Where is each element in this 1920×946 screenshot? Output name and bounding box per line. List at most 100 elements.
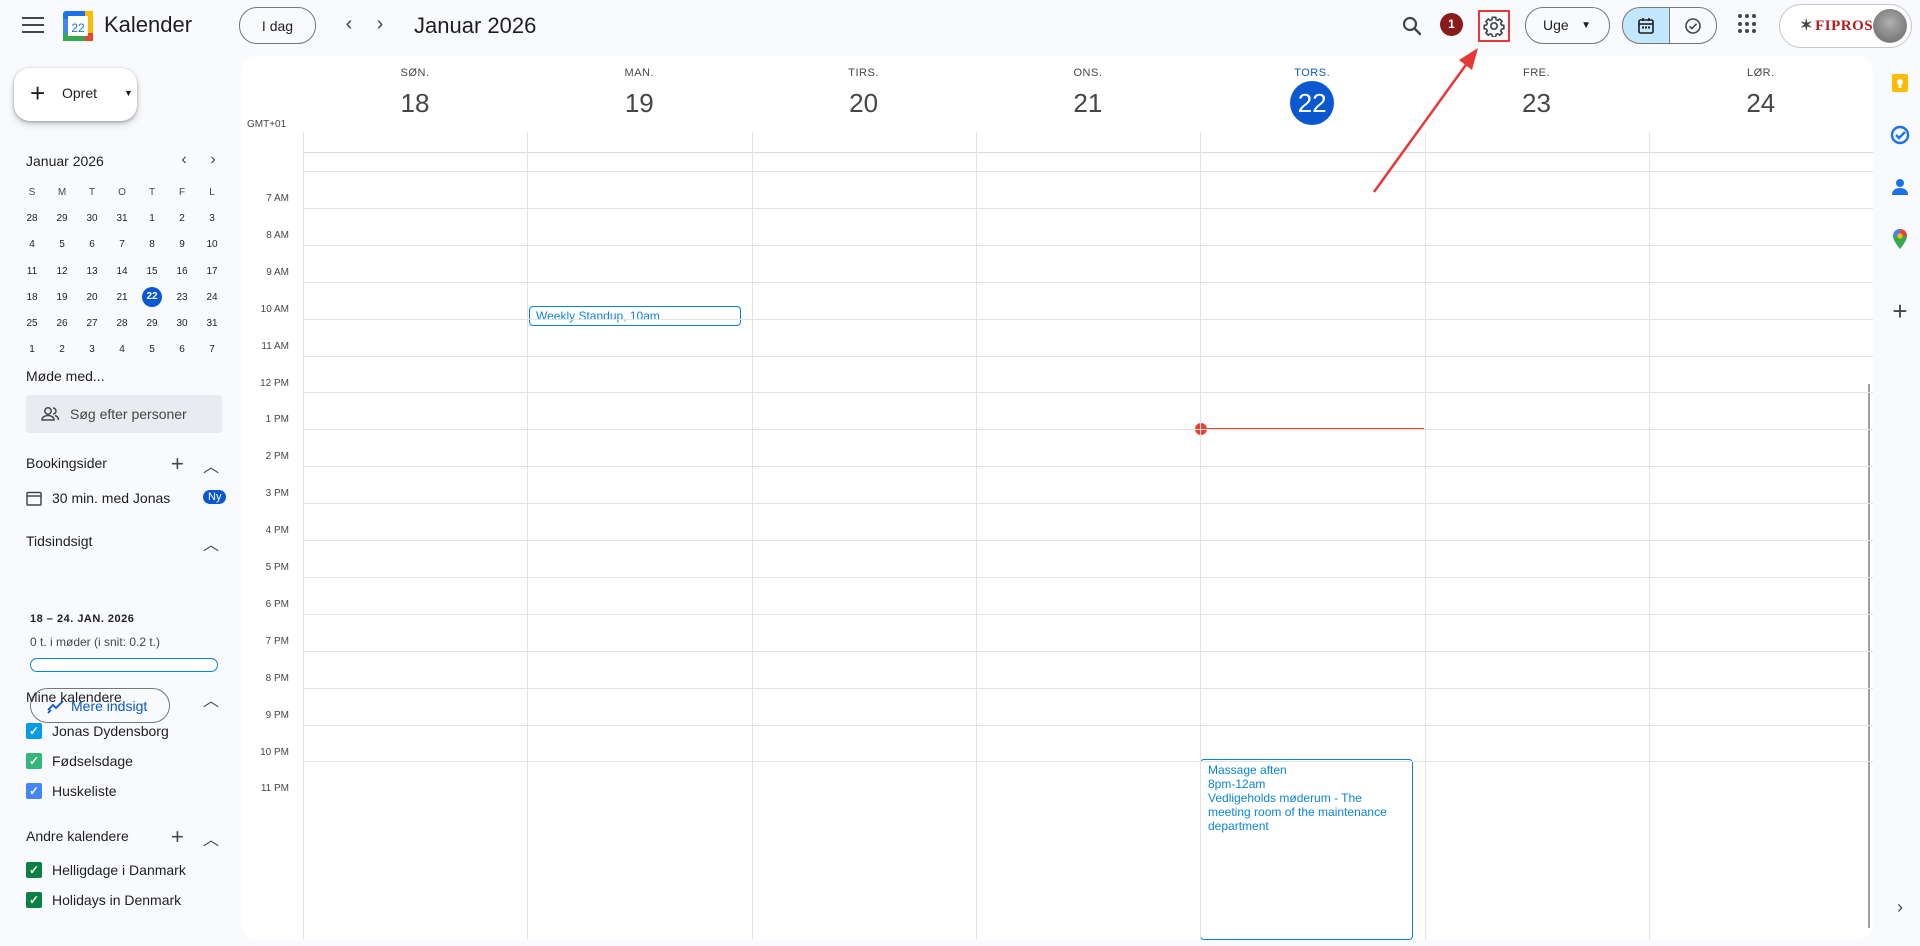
mini-day[interactable]: 16 [167, 266, 197, 277]
create-button[interactable]: + Opret ▼ [14, 68, 137, 121]
checkbox-icon[interactable]: ✓ [26, 723, 42, 739]
day-header[interactable]: TORS. 22 [1200, 56, 1424, 125]
mini-day[interactable]: 11 [17, 266, 47, 277]
mini-day[interactable]: 4 [107, 344, 137, 355]
day-header[interactable]: MAN. 19 [527, 56, 751, 123]
people-search-input[interactable]: Søg efter personer [26, 395, 222, 433]
day-column-divider [751, 132, 753, 940]
mini-prev-month-icon[interactable]: ‹ [174, 151, 194, 169]
mini-day[interactable]: 17 [197, 266, 227, 277]
account-switcher[interactable]: ✶ FIPROS [1779, 4, 1912, 48]
mini-day[interactable]: 26 [47, 318, 77, 329]
mini-day[interactable]: 19 [47, 292, 77, 303]
view-select[interactable]: Uge ▼ [1525, 7, 1610, 44]
add-addon-icon[interactable]: + [1889, 296, 1911, 326]
today-button[interactable]: I dag [239, 7, 316, 44]
mini-day[interactable]: 13 [77, 266, 107, 277]
mini-day[interactable]: 2 [167, 213, 197, 224]
main-menu-icon[interactable] [18, 12, 48, 40]
day-header[interactable]: ONS. 21 [976, 56, 1200, 123]
mini-day[interactable]: 14 [107, 266, 137, 277]
event-massage-evening[interactable]: Massage aften 8pm-12am Vedligeholds møde… [1200, 759, 1413, 940]
day-date[interactable]: 20 [752, 83, 976, 123]
calendar-item-tasks[interactable]: ✓ Huskeliste [26, 781, 226, 801]
mini-day[interactable]: 6 [167, 344, 197, 355]
avatar[interactable] [1873, 9, 1907, 43]
apps-grid-icon[interactable] [1738, 14, 1758, 34]
mini-day[interactable]: 7 [197, 344, 227, 355]
mini-day[interactable]: 20 [77, 292, 107, 303]
day-header[interactable]: FRE. 23 [1425, 56, 1649, 123]
calendar-item-dk-holidays[interactable]: ✓ Helligdage i Danmark [26, 860, 226, 880]
day-header[interactable]: SØN. 18 [303, 56, 527, 123]
checkbox-icon[interactable]: ✓ [26, 753, 42, 769]
mini-day[interactable]: 5 [137, 344, 167, 355]
day-date[interactable]: 22 [1290, 81, 1335, 125]
booking-page-item[interactable]: 30 min. med Jonas Ny [26, 487, 227, 509]
contacts-icon[interactable] [1889, 176, 1911, 198]
mini-day[interactable]: 21 [107, 292, 137, 303]
mini-day[interactable]: 30 [77, 213, 107, 224]
mini-day[interactable]: 24 [197, 292, 227, 303]
settings-button[interactable] [1478, 10, 1510, 42]
tasks-icon[interactable] [1889, 124, 1911, 146]
checkbox-icon[interactable]: ✓ [26, 783, 42, 799]
side-panel-rail: + › [1878, 52, 1920, 946]
mini-day[interactable]: 28 [17, 213, 47, 224]
mini-day[interactable]: 25 [17, 318, 47, 329]
maps-icon[interactable] [1889, 228, 1911, 250]
mini-day[interactable]: 12 [47, 266, 77, 277]
event-weekly-standup[interactable]: Weekly Standup, 10am [529, 306, 741, 326]
mini-day[interactable]: 29 [137, 318, 167, 329]
mini-day[interactable]: 3 [197, 213, 227, 224]
day-date[interactable]: 18 [303, 83, 527, 123]
mini-day[interactable]: 23 [167, 292, 197, 303]
mini-day[interactable]: 18 [17, 292, 47, 303]
mini-day[interactable]: 3 [77, 344, 107, 355]
calendar-item-holidays-denmark[interactable]: ✓ Holidays in Denmark [26, 890, 226, 910]
day-header[interactable]: LØR. 24 [1649, 56, 1873, 123]
day-date[interactable]: 23 [1425, 83, 1649, 123]
collapse-other-calendars-icon[interactable]: ︿ [203, 826, 219, 850]
expand-panel-icon[interactable]: › [1889, 896, 1911, 918]
mini-day[interactable]: 30 [167, 318, 197, 329]
notification-badge[interactable]: 1 [1440, 13, 1463, 36]
add-other-calendar-icon[interactable]: + [171, 824, 184, 850]
mini-day[interactable]: 5 [47, 239, 77, 250]
checkbox-icon[interactable]: ✓ [26, 892, 42, 908]
mini-day[interactable]: 8 [137, 239, 167, 250]
mini-day[interactable]: 10 [197, 239, 227, 250]
mini-day[interactable]: 7 [107, 239, 137, 250]
mini-next-month-icon[interactable]: › [203, 151, 223, 169]
keep-icon[interactable] [1889, 72, 1911, 94]
calendar-item-birthdays[interactable]: ✓ Fødselsdage [26, 751, 226, 771]
collapse-booking-icon[interactable]: ︿ [203, 453, 219, 477]
mini-day[interactable]: 1 [137, 213, 167, 224]
mini-day[interactable]: 2 [47, 344, 77, 355]
mini-day[interactable]: 28 [107, 318, 137, 329]
collapse-insights-icon[interactable]: ︿ [203, 531, 219, 555]
previous-week-icon[interactable]: ‹ [337, 12, 361, 36]
mini-day[interactable]: 1 [17, 344, 47, 355]
mini-day[interactable]: 6 [77, 239, 107, 250]
mini-day[interactable]: 29 [47, 213, 77, 224]
mini-day[interactable]: 31 [107, 213, 137, 224]
day-date[interactable]: 21 [976, 83, 1200, 123]
tasks-view-toggle[interactable] [1669, 7, 1717, 44]
mini-day[interactable]: 31 [197, 318, 227, 329]
calendar-item-jonas[interactable]: ✓ Jonas Dydensborg [26, 721, 226, 741]
mini-day[interactable]: 9 [167, 239, 197, 250]
mini-day[interactable]: 4 [17, 239, 47, 250]
checkbox-icon[interactable]: ✓ [26, 862, 42, 878]
day-header[interactable]: TIRS. 20 [752, 56, 976, 123]
mini-day[interactable]: 15 [137, 266, 167, 277]
calendar-view-toggle[interactable] [1622, 7, 1670, 44]
collapse-my-calendars-icon[interactable]: ︿ [203, 687, 219, 711]
mini-day[interactable]: 27 [77, 318, 107, 329]
day-date[interactable]: 19 [527, 83, 751, 123]
search-icon[interactable] [1398, 12, 1426, 40]
day-date[interactable]: 24 [1649, 83, 1873, 123]
next-week-icon[interactable]: › [368, 12, 392, 36]
mini-day[interactable]: 22 [142, 287, 162, 308]
add-booking-icon[interactable]: + [171, 451, 184, 477]
